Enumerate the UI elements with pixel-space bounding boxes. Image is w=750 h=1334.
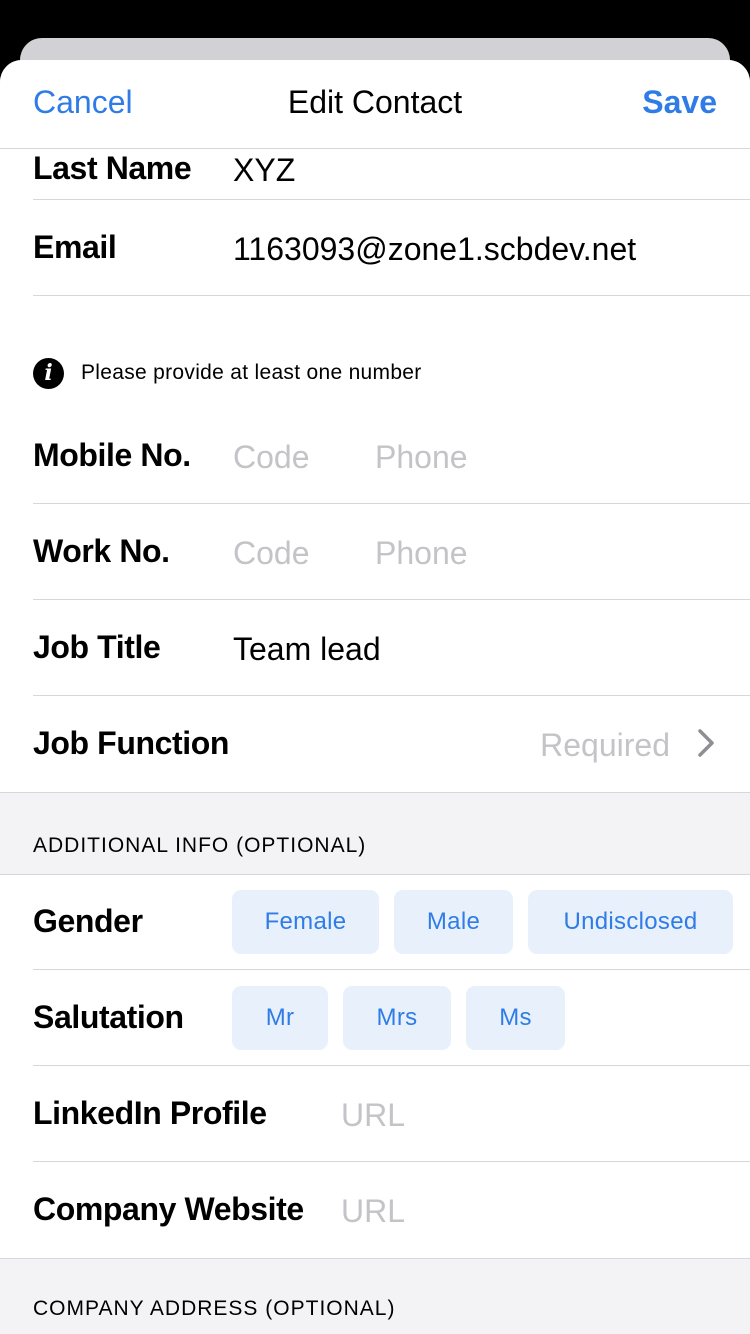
salutation-row: Salutation Mr Mrs Ms (33, 970, 750, 1066)
additional-info-title: ADDITIONAL INFO (OPTIONAL) (33, 834, 367, 857)
gender-male-button[interactable]: Male (394, 890, 513, 954)
company-address-title: COMPANY ADDRESS (OPTIONAL) (33, 1297, 396, 1320)
email-label: Email (33, 229, 117, 265)
edit-contact-sheet: Last Name XYZ Email 1163093@zone1.scbdev… (0, 60, 750, 1334)
job-title-row[interactable]: Job Title Team lead (33, 600, 750, 696)
gender-row: Gender Female Male Undisclosed (33, 874, 750, 970)
email-value[interactable]: 1163093@zone1.scbdev.net (233, 231, 636, 268)
mobile-code-input[interactable] (233, 435, 353, 479)
job-title-value[interactable]: Team lead (233, 631, 381, 668)
mobile-row: Mobile No. (33, 408, 750, 504)
salutation-ms-button[interactable]: Ms (466, 986, 565, 1050)
gender-label: Gender (33, 903, 143, 939)
nav-bar: Cancel Edit Contact Save (0, 60, 750, 149)
last-name-value[interactable]: XYZ (233, 152, 295, 189)
salutation-mrs-button[interactable]: Mrs (343, 986, 451, 1050)
work-row: Work No. (33, 504, 750, 600)
job-title-label: Job Title (33, 629, 161, 665)
work-label: Work No. (33, 533, 170, 569)
job-function-placeholder: Required (540, 727, 670, 763)
company-website-label: Company Website (33, 1191, 304, 1227)
email-row[interactable]: Email 1163093@zone1.scbdev.net (33, 200, 750, 296)
gender-female-button[interactable]: Female (232, 890, 379, 954)
linkedin-url-input[interactable] (341, 1093, 731, 1137)
company-website-row: Company Website (33, 1162, 750, 1257)
company-website-url-input[interactable] (341, 1189, 731, 1233)
linkedin-row: LinkedIn Profile (33, 1066, 750, 1162)
page-title: Edit Contact (287, 84, 463, 120)
chevron-right-icon (698, 729, 714, 757)
last-name-label: Last Name (33, 150, 192, 186)
salutation-label: Salutation (33, 999, 184, 1035)
mobile-phone-input[interactable] (375, 435, 705, 479)
company-address-header: COMPANY ADDRESS (OPTIONAL) (0, 1258, 750, 1334)
phone-requirement-text: Please provide at least one number (81, 361, 422, 384)
gender-undisclosed-button[interactable]: Undisclosed (528, 890, 733, 954)
job-function-label: Job Function (33, 725, 230, 761)
linkedin-label: LinkedIn Profile (33, 1095, 267, 1131)
job-function-row[interactable]: Job Function Required (33, 696, 750, 791)
salutation-mr-button[interactable]: Mr (232, 986, 328, 1050)
work-code-input[interactable] (233, 531, 353, 575)
form-content: Last Name XYZ Email 1163093@zone1.scbdev… (0, 60, 750, 1334)
mobile-label: Mobile No. (33, 437, 191, 473)
info-icon: i (33, 358, 64, 389)
additional-info-header: ADDITIONAL INFO (OPTIONAL) (0, 792, 750, 875)
work-phone-input[interactable] (375, 531, 705, 575)
save-button[interactable]: Save (642, 84, 717, 121)
